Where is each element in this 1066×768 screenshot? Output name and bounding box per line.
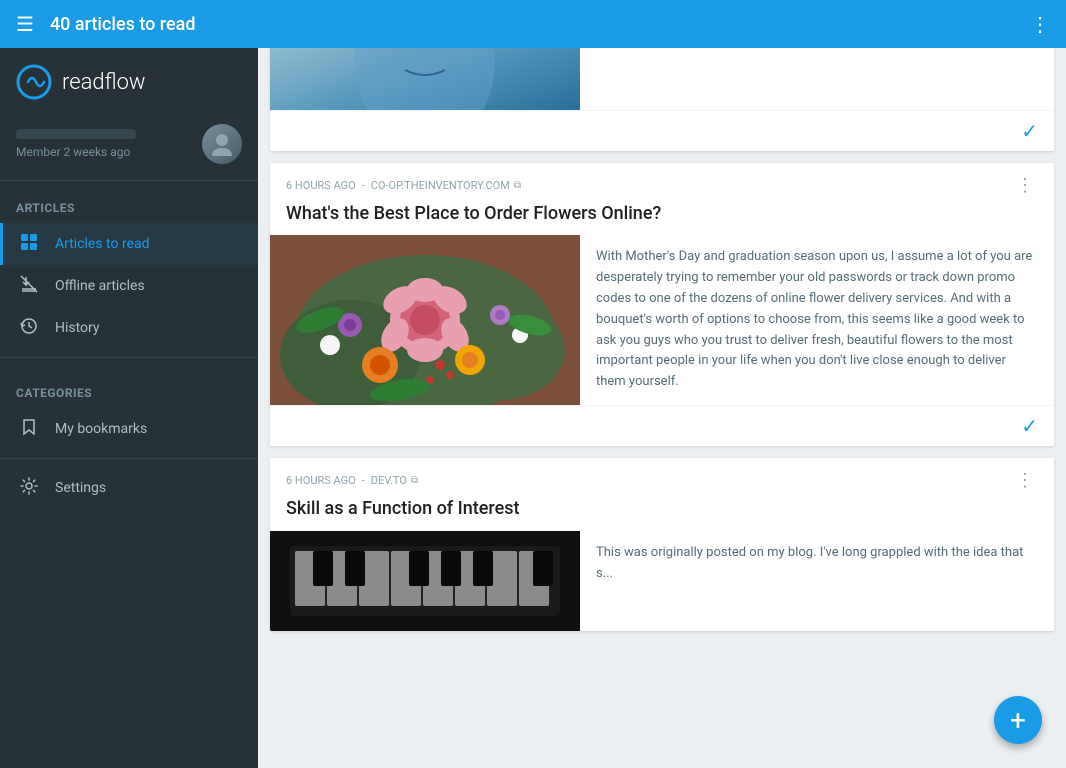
article-2-image: [270, 531, 580, 631]
sidebar-item-label-offline-articles: Offline articles: [55, 278, 145, 294]
fab-button[interactable]: +: [994, 696, 1042, 744]
sidebar-item-label-history: History: [55, 320, 100, 336]
piano-svg: [270, 531, 580, 631]
readflow-logo-icon: [16, 64, 52, 100]
sidebar-item-bookmarks[interactable]: My bookmarks: [0, 408, 258, 450]
article-1-source: CO-OP.THEINVENTORY.COM ⧉: [371, 179, 521, 192]
sidebar: readflow Member 2 weeks ago Articles: [0, 48, 258, 768]
article-card-1: 6 HOURS AGO - CO-OP.THEINVENTORY.COM ⧉ ⋮…: [270, 163, 1054, 446]
article-1-body: With Mother's Day and graduation season …: [270, 235, 1054, 405]
content-area: specific-skills? ✓ 6 HOURS AGO - CO-OP.T…: [258, 48, 1066, 768]
topbar-title: 40 articles to read: [50, 14, 196, 35]
article-1-meta: 6 HOURS AGO - CO-OP.THEINVENTORY.COM ⧉: [286, 179, 521, 192]
sidebar-item-label-settings: Settings: [55, 480, 106, 496]
article-2-header: 6 HOURS AGO - DEV.TO ⧉ ⋮: [270, 458, 1054, 497]
article-0-check-icon[interactable]: ✓: [1021, 119, 1038, 143]
sidebar-divider-1: [0, 357, 258, 358]
topbar-more-icon[interactable]: ⋮: [1030, 12, 1050, 36]
article-card-0: specific-skills? ✓: [270, 48, 1054, 151]
article-1-separator: -: [362, 179, 365, 192]
sidebar-divider-2: [0, 458, 258, 459]
main-layout: readflow Member 2 weeks ago Articles: [0, 48, 1066, 768]
sidebar-item-label-bookmarks: My bookmarks: [55, 421, 147, 437]
article-0-image: [270, 48, 580, 110]
avatar: [202, 124, 242, 164]
sidebar-user: Member 2 weeks ago: [0, 108, 258, 181]
menu-icon[interactable]: ☰: [16, 12, 34, 36]
portrait-svg: [270, 48, 580, 110]
avatar-person-icon: [208, 130, 236, 158]
article-2-meta: 6 HOURS AGO - DEV.TO ⧉: [286, 474, 418, 487]
history-icon: [19, 317, 39, 339]
article-2-text: This was originally posted on my blog. I…: [580, 531, 1054, 631]
article-2-source: DEV.TO ⧉: [371, 474, 418, 487]
sidebar-item-articles-to-read[interactable]: Articles to read: [0, 223, 258, 265]
article-2-body: This was originally posted on my blog. I…: [270, 531, 1054, 631]
topbar-left: ☰ 40 articles to read: [16, 12, 195, 36]
avatar-image: [202, 124, 242, 164]
sidebar-logo-area: readflow: [0, 48, 258, 108]
sidebar-item-offline-articles[interactable]: Offline articles: [0, 265, 258, 307]
article-1-header: 6 HOURS AGO - CO-OP.THEINVENTORY.COM ⧉ ⋮: [270, 163, 1054, 202]
sidebar-categories-label: Categories: [0, 366, 258, 408]
article-1-footer: ✓: [270, 405, 1054, 446]
article-0-body: specific-skills?: [270, 48, 1054, 110]
article-2-title: Skill as a Function of Interest: [270, 497, 1054, 530]
article-2-more-button[interactable]: ⋮: [1012, 470, 1038, 491]
settings-icon: [19, 477, 39, 499]
article-1-text: With Mother's Day and graduation season …: [580, 235, 1054, 405]
offline-articles-icon: [19, 275, 39, 297]
sidebar-user-since: Member 2 weeks ago: [16, 145, 136, 159]
sidebar-item-settings[interactable]: Settings: [0, 467, 258, 509]
article-1-image: [270, 235, 580, 405]
article-card-2: 6 HOURS AGO - DEV.TO ⧉ ⋮ Skill as a Func…: [270, 458, 1054, 630]
article-0-text: specific-skills?: [580, 48, 1054, 110]
topbar: ☰ 40 articles to read ⋮: [0, 0, 1066, 48]
sidebar-user-name-blurred: [16, 129, 136, 139]
article-2-time: 6 HOURS AGO: [286, 474, 356, 487]
sidebar-item-label-articles-to-read: Articles to read: [55, 236, 150, 252]
flowers-svg: [270, 235, 580, 405]
sidebar-articles-label: Articles: [0, 181, 258, 223]
article-1-more-button[interactable]: ⋮: [1012, 175, 1038, 196]
articles-to-read-icon: [19, 233, 39, 255]
article-2-separator: -: [362, 474, 365, 487]
external-link-icon-1[interactable]: ⧉: [514, 180, 521, 191]
article-1-time: 6 HOURS AGO: [286, 179, 356, 192]
sidebar-item-history[interactable]: History: [0, 307, 258, 349]
article-1-check-icon[interactable]: ✓: [1021, 414, 1038, 438]
sidebar-user-info: Member 2 weeks ago: [16, 129, 136, 159]
bookmarks-icon: [19, 418, 39, 440]
sidebar-logo-text: readflow: [62, 70, 146, 95]
article-1-title: What's the Best Place to Order Flowers O…: [270, 202, 1054, 235]
article-0-footer: ✓: [270, 110, 1054, 151]
external-link-icon-2[interactable]: ⧉: [411, 475, 418, 486]
